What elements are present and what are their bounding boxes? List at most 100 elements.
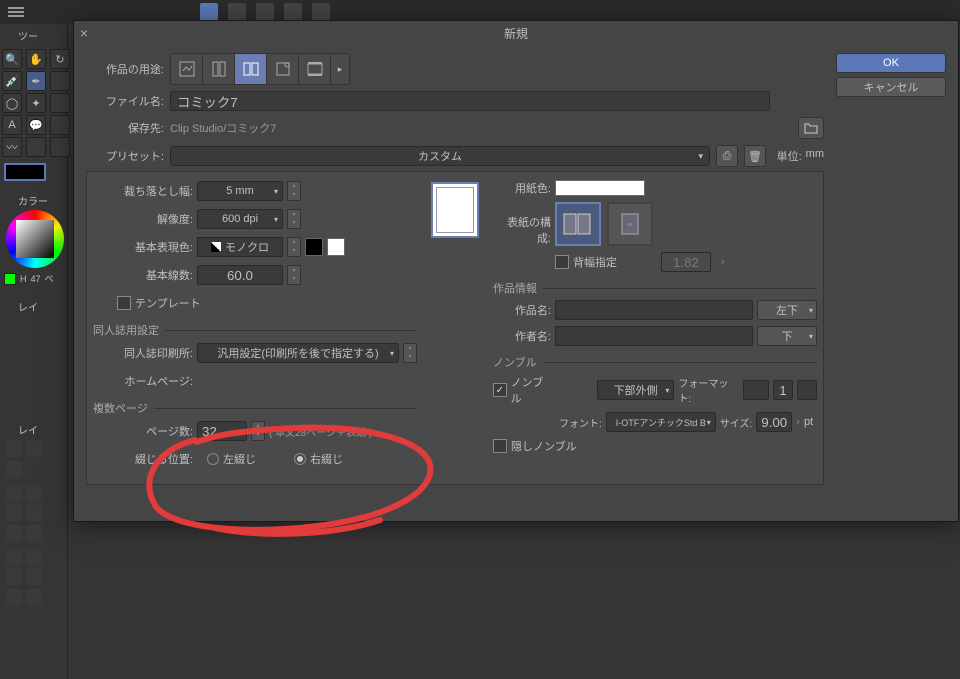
layer-btn-3[interactable] (6, 461, 22, 477)
cover-option-single[interactable]: ≡≡ (607, 202, 653, 246)
tool-rotate-icon[interactable]: ↻ (50, 49, 70, 69)
purpose-comic-icon[interactable] (235, 54, 267, 84)
toolbar-icon-4[interactable] (284, 3, 302, 21)
close-icon[interactable]: × (80, 25, 94, 39)
foreground-color-swatch[interactable] (4, 163, 46, 181)
layer-btn-9[interactable] (26, 525, 42, 541)
font-size-input[interactable] (756, 412, 792, 432)
page-count-input[interactable] (197, 421, 247, 441)
author-position-select[interactable]: 下 (757, 326, 817, 346)
layer-btn-15[interactable] (26, 589, 42, 605)
tool-empty-1[interactable] (50, 71, 70, 91)
filename-input[interactable] (170, 91, 770, 111)
template-checkbox[interactable] (117, 296, 131, 310)
paper-color-swatch[interactable] (555, 180, 645, 196)
purpose-print-icon[interactable] (267, 54, 299, 84)
layer-btn-6[interactable] (6, 505, 22, 521)
line-count-input[interactable] (197, 265, 283, 285)
bind-right-option[interactable]: 右綴じ (294, 451, 343, 467)
tool-balloon-icon[interactable]: 💬 (26, 115, 46, 135)
color-mode-spinner[interactable]: ▴▾ (287, 237, 301, 257)
sub-color-swatch[interactable] (4, 273, 16, 285)
author-input[interactable] (555, 326, 753, 346)
nombre-checkbox[interactable] (493, 383, 507, 397)
pages-count: 47 (31, 274, 41, 284)
toolbar-icon-2[interactable] (228, 3, 246, 21)
tool-magnify-icon[interactable]: 🔍 (2, 49, 22, 69)
purpose-illustration-icon[interactable] (171, 54, 203, 84)
tool-hand-icon[interactable]: ✋ (26, 49, 46, 69)
dialog-title: 新規 (504, 25, 528, 42)
filename-label: ファイル名: (86, 93, 164, 109)
color-wheel[interactable] (6, 210, 64, 268)
bind-right-radio[interactable] (294, 453, 306, 465)
resolution-spinner[interactable]: ▴▾ (287, 209, 301, 229)
color-black-swatch[interactable] (305, 238, 323, 256)
tool-pen-icon[interactable]: ✒ (26, 71, 46, 91)
toolbar-icon-3[interactable] (256, 3, 274, 21)
top-toolbar-icons (200, 3, 330, 21)
purpose-webtoon-icon[interactable] (203, 54, 235, 84)
layer-btn-8[interactable] (6, 525, 22, 541)
hidden-nombre-checkbox[interactable] (493, 439, 507, 453)
layer-btn-2[interactable] (26, 441, 42, 457)
nombre-format-input[interactable] (743, 380, 769, 400)
hidden-nombre-label: 隠しノンブル (511, 438, 577, 454)
size-more-icon[interactable]: › (796, 416, 800, 428)
bleed-select[interactable]: 5 mm (197, 181, 283, 201)
purpose-animation-icon[interactable] (299, 54, 331, 84)
doujin-print-spinner[interactable]: ▴▾ (403, 343, 417, 363)
menu-hamburger-icon[interactable] (8, 4, 24, 20)
tool-empty-4[interactable] (26, 137, 46, 157)
spine-more-icon[interactable]: › (721, 256, 725, 268)
preset-select[interactable]: カスタム (170, 146, 710, 166)
resolution-select[interactable]: 600 dpi (197, 209, 283, 229)
tool-empty-2[interactable] (50, 93, 70, 113)
cover-option-spread[interactable] (555, 202, 601, 246)
bind-left-option[interactable]: 左綴じ (207, 451, 256, 467)
tool-wand-icon[interactable]: ✦ (26, 93, 46, 113)
browse-folder-button[interactable] (798, 117, 824, 139)
doujin-print-select[interactable]: 汎用設定(印刷所を後で指定する) (197, 343, 399, 363)
nombre-position-select[interactable]: 下部外側 (597, 380, 675, 400)
format-label: フォーマット: (678, 375, 739, 405)
layer-btn-11[interactable] (26, 549, 42, 565)
layer-btn-10[interactable] (6, 549, 22, 565)
layer-btn-13[interactable] (26, 569, 42, 585)
work-name-position-select[interactable]: 左下 (757, 300, 817, 320)
nombre-suffix-input[interactable] (797, 380, 817, 400)
toolbar-icon-1[interactable] (200, 3, 218, 21)
tools-panel-title: ツー (0, 24, 67, 47)
work-name-input[interactable] (555, 300, 753, 320)
layer-btn-1[interactable] (6, 441, 22, 457)
layer-btn-14[interactable] (6, 589, 22, 605)
layer-btn-4[interactable] (6, 485, 22, 501)
layer-btn-12[interactable] (6, 569, 22, 585)
info-section-title: 作品情報 (493, 280, 817, 296)
tool-brush-icon[interactable]: 〰 (2, 137, 22, 157)
tool-empty-3[interactable] (50, 115, 70, 135)
color-white-swatch[interactable] (327, 238, 345, 256)
nombre-start-input[interactable] (773, 380, 793, 400)
line-count-spinner[interactable]: ▴▾ (287, 265, 301, 285)
layer-btn-5[interactable] (26, 485, 42, 501)
save-location-value: Clip Studio/コミック7 (170, 120, 792, 136)
purpose-more-icon[interactable]: ▸ (331, 54, 349, 84)
bind-left-radio[interactable] (207, 453, 219, 465)
layer-btn-7[interactable] (26, 505, 42, 521)
preset-save-button[interactable]: ⎙ (716, 145, 738, 167)
bleed-spinner[interactable]: ▴▾ (287, 181, 301, 201)
ok-button[interactable]: OK (836, 53, 946, 73)
cancel-button[interactable]: キャンセル (836, 77, 946, 97)
tool-empty-5[interactable] (50, 137, 70, 157)
spine-label: 背幅指定 (573, 254, 617, 270)
tool-text-icon[interactable]: A (2, 115, 22, 135)
tool-lasso-icon[interactable]: ◯ (2, 93, 22, 113)
color-mode-select[interactable]: モノクロ (197, 237, 283, 257)
font-select[interactable]: I-OTFアンチックStd B (606, 412, 716, 432)
toolbar-icon-5[interactable] (312, 3, 330, 21)
spine-checkbox[interactable] (555, 255, 569, 269)
page-count-spinner[interactable]: ▴▾ (251, 421, 265, 441)
tool-eyedropper-icon[interactable]: 💉 (2, 71, 22, 91)
preset-delete-button[interactable]: 🗑 (744, 145, 766, 167)
